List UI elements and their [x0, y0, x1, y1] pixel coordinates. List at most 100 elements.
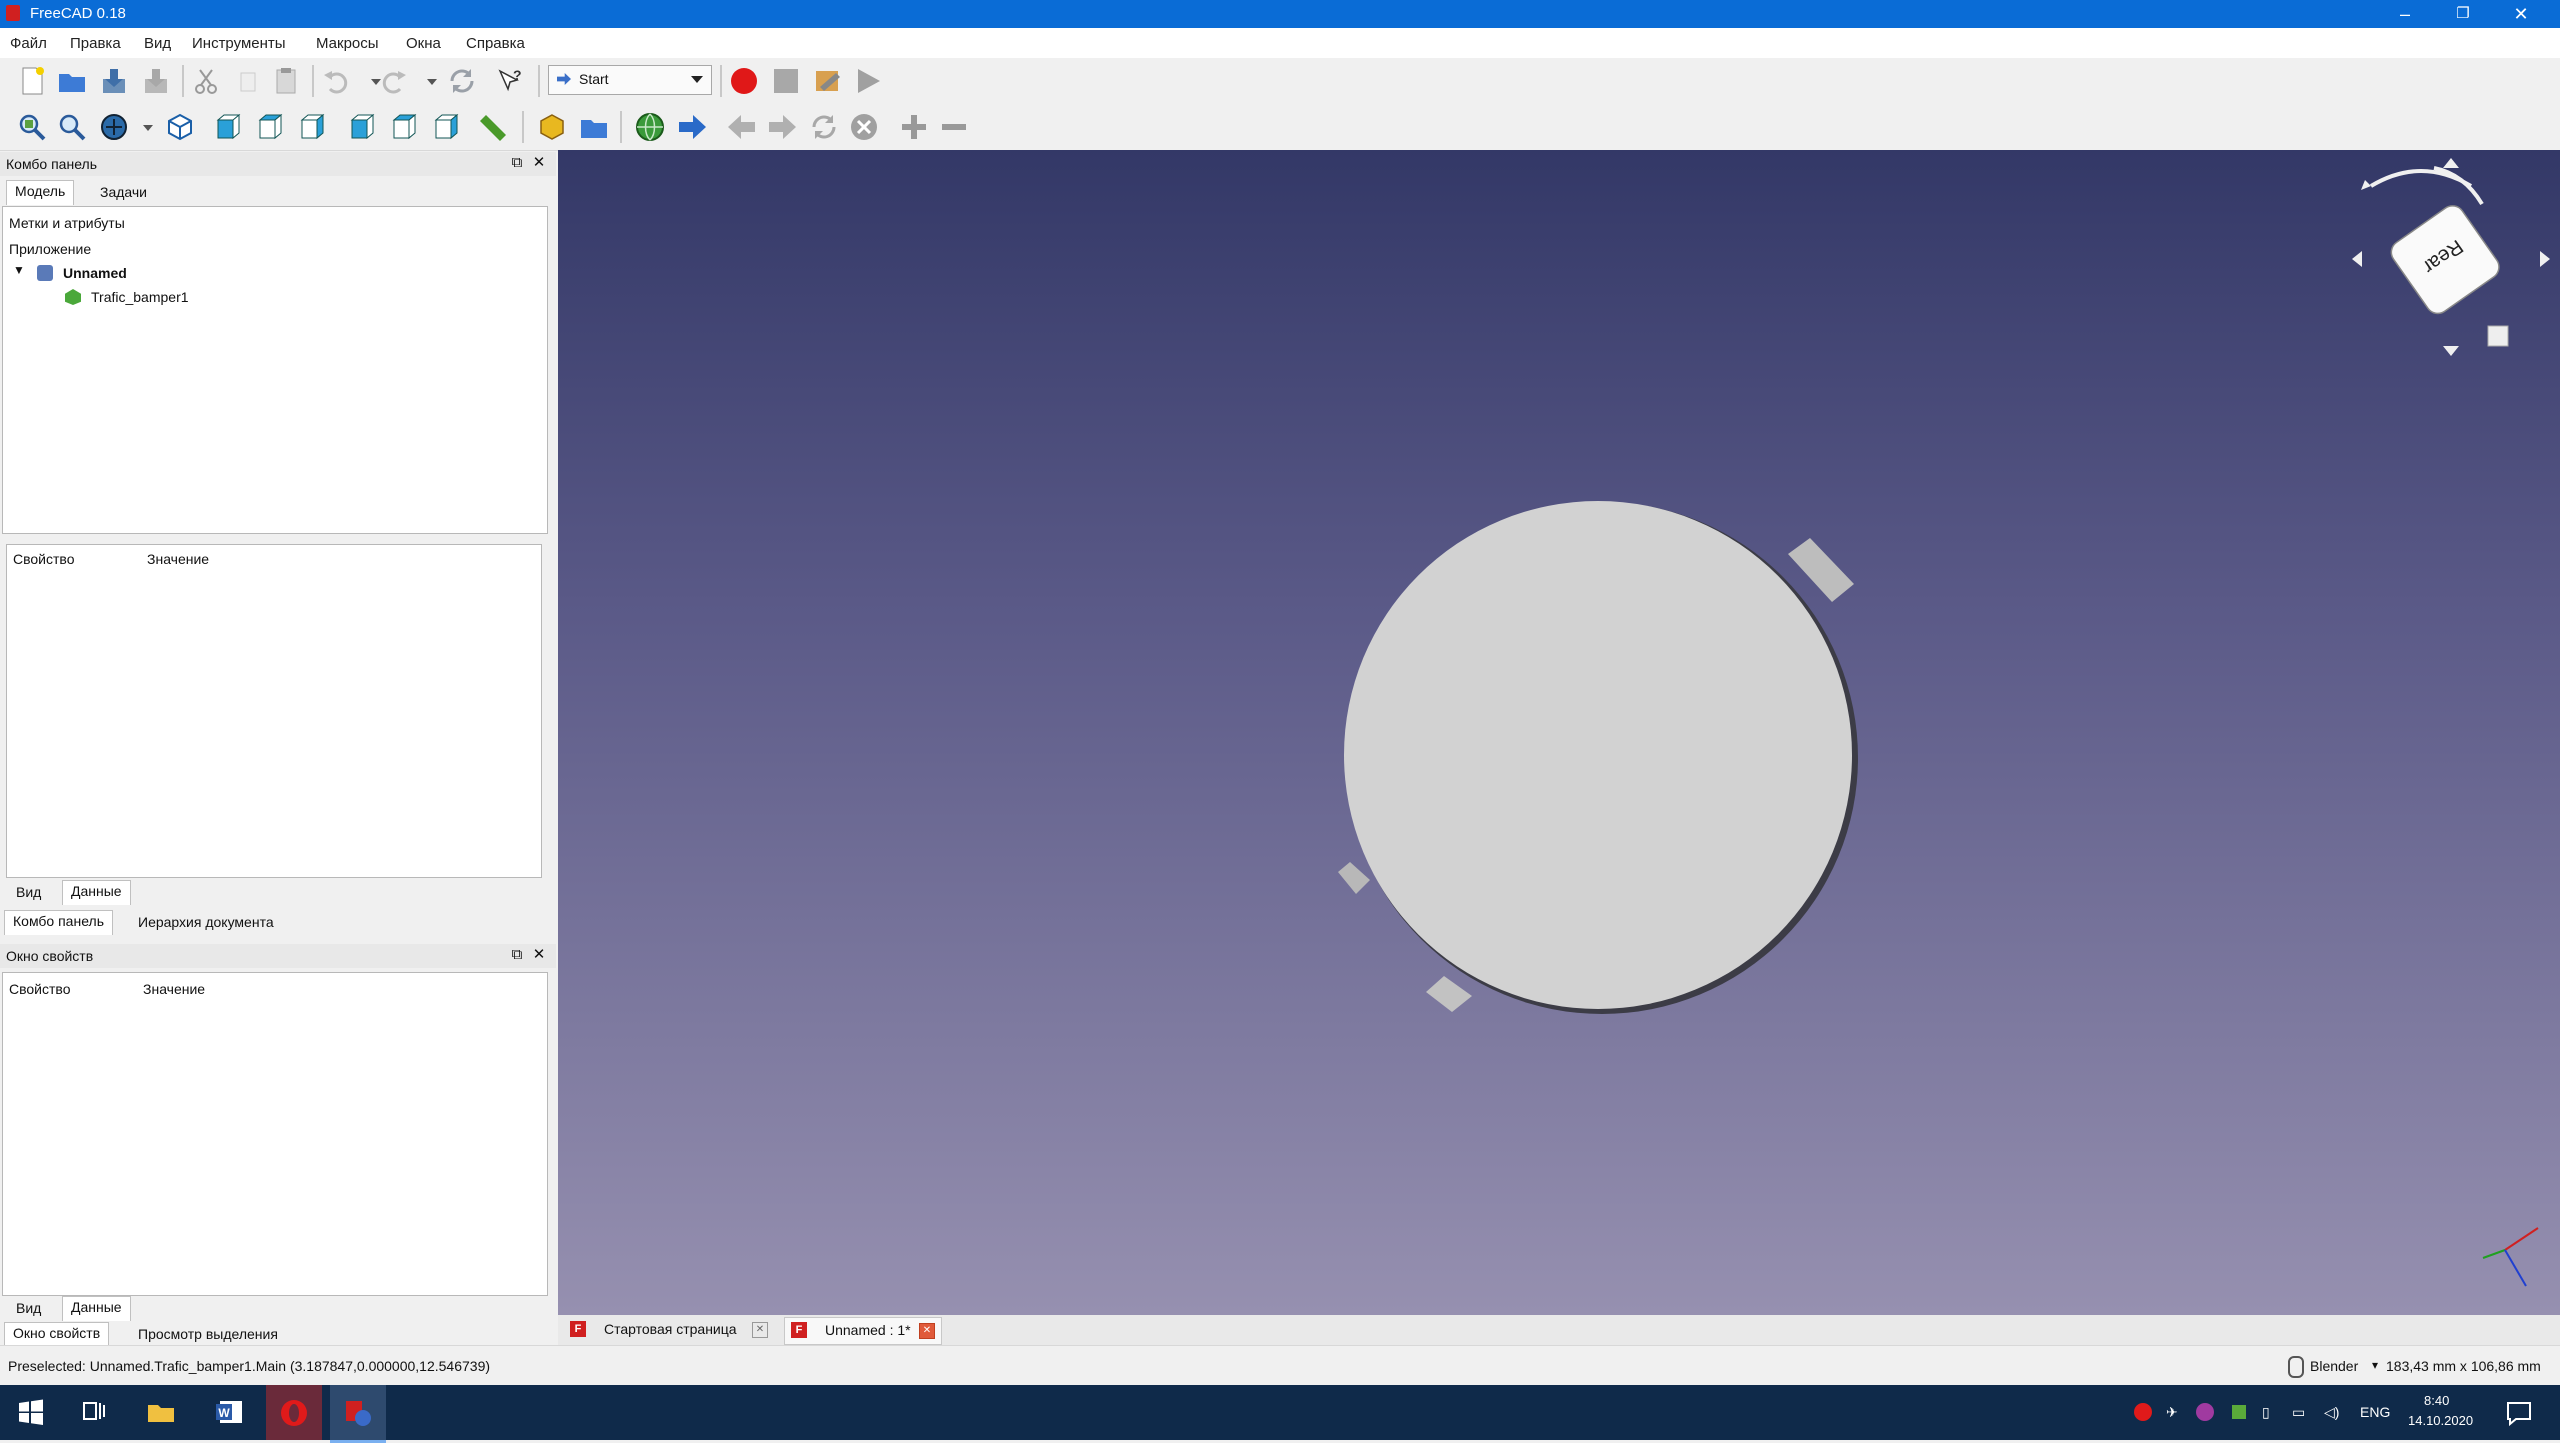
workbench-arrow-icon: [557, 73, 571, 85]
tab-data[interactable]: Данные: [62, 880, 131, 905]
menu-windows[interactable]: Окна: [406, 35, 441, 52]
macro-edit-icon[interactable]: [812, 65, 844, 97]
macro-record-icon[interactable]: [728, 65, 760, 97]
usb-tray-icon[interactable]: ▯: [2262, 1404, 2270, 1421]
tree-object-item[interactable]: Trafic_bamper1: [91, 289, 189, 305]
close-tab-icon[interactable]: ✕: [752, 1322, 768, 1338]
tab-tasks[interactable]: Задачи: [92, 182, 155, 206]
web-forward-icon[interactable]: [766, 111, 798, 143]
navcube-up-icon[interactable]: [2443, 158, 2459, 168]
redo-icon[interactable]: [378, 65, 410, 97]
file-explorer-icon[interactable]: [144, 1395, 178, 1429]
zoom-in-plus-icon[interactable]: [898, 111, 930, 143]
3d-viewport[interactable]: Rear: [558, 150, 2560, 1315]
tree-expand-chevron-icon[interactable]: ▼: [13, 263, 25, 277]
notifications-icon[interactable]: [2502, 1395, 2536, 1429]
draw-style-dropdown-icon[interactable]: [132, 111, 153, 143]
network-tray-icon[interactable]: ✈: [2166, 1404, 2178, 1421]
refresh-icon[interactable]: [446, 65, 478, 97]
macro-run-icon[interactable]: [852, 65, 884, 97]
view-bottom-icon[interactable]: [388, 111, 420, 143]
navcube-right-icon[interactable]: [2540, 251, 2550, 267]
tab-document-tree[interactable]: Иерархия документа: [130, 912, 282, 936]
trafic-bamper-part[interactable]: [1338, 501, 1858, 1014]
navigation-style[interactable]: Blender: [2310, 1358, 2358, 1374]
zoom-out-minus-icon[interactable]: [938, 111, 970, 143]
menu-tools[interactable]: Инструменты: [192, 35, 286, 52]
menu-view[interactable]: Вид: [144, 35, 171, 52]
measure-distance-icon[interactable]: [476, 111, 508, 143]
navcube-left-icon[interactable]: [2352, 251, 2362, 267]
web-go-arrow-icon[interactable]: [676, 111, 708, 143]
view-isometric-icon[interactable]: [164, 111, 196, 143]
navcube-menu-icon[interactable]: [2487, 325, 2509, 347]
nvidia-tray-icon[interactable]: [2232, 1405, 2246, 1419]
float-panel-icon[interactable]: ⧉: [508, 154, 526, 172]
whats-this-icon[interactable]: ?: [494, 65, 526, 97]
view-right-icon[interactable]: [296, 111, 328, 143]
cut-icon[interactable]: [190, 65, 222, 97]
opera-tray-icon[interactable]: [2134, 1403, 2152, 1421]
tab-combo-panel[interactable]: Комбо панель: [4, 910, 113, 935]
create-part-icon[interactable]: [536, 111, 568, 143]
tab-start-page[interactable]: F Стартовая страница ✕: [564, 1317, 774, 1343]
web-back-icon[interactable]: [726, 111, 758, 143]
volume-icon[interactable]: ◁): [2324, 1404, 2339, 1421]
save-icon[interactable]: [98, 65, 130, 97]
view-left-icon[interactable]: [430, 111, 462, 143]
freecad-taskbar-button[interactable]: [330, 1385, 386, 1443]
part-tab-left: [1338, 862, 1370, 894]
fit-selection-icon[interactable]: [56, 111, 88, 143]
tree-document-item[interactable]: Unnamed: [63, 265, 127, 281]
close-tab-icon[interactable]: ✕: [919, 1323, 935, 1339]
web-globe-icon[interactable]: [634, 111, 666, 143]
undo-icon[interactable]: [320, 65, 352, 97]
close-panel-icon[interactable]: ✕: [530, 946, 548, 964]
minimize-button[interactable]: –: [2376, 0, 2434, 28]
undo-dropdown-icon[interactable]: [360, 65, 381, 97]
tab-data[interactable]: Данные: [62, 1296, 131, 1321]
tab-view[interactable]: Вид: [8, 882, 49, 906]
view-front-icon[interactable]: [212, 111, 244, 143]
task-view-icon[interactable]: [78, 1395, 112, 1429]
navigation-cube[interactable]: Rear: [2352, 158, 2550, 356]
tab-model[interactable]: Модель: [6, 180, 75, 205]
web-refresh-icon[interactable]: [808, 111, 840, 143]
fit-all-icon[interactable]: [16, 111, 48, 143]
close-button[interactable]: ✕: [2492, 0, 2550, 28]
clock-time[interactable]: 8:40: [2424, 1393, 2449, 1408]
web-stop-icon[interactable]: [848, 111, 880, 143]
combo-property-table: Свойство Значение: [6, 544, 542, 878]
view-top-icon[interactable]: [254, 111, 286, 143]
tab-unnamed-document[interactable]: F Unnamed : 1* ✕: [784, 1317, 942, 1345]
restore-button[interactable]: ❐: [2434, 0, 2492, 28]
word-icon[interactable]: W: [212, 1395, 246, 1429]
menu-help[interactable]: Справка: [466, 35, 525, 52]
menu-edit[interactable]: Правка: [70, 35, 121, 52]
language-indicator[interactable]: ENG: [2360, 1404, 2390, 1420]
float-panel-icon[interactable]: ⧉: [508, 946, 526, 964]
open-folder-icon[interactable]: [56, 65, 88, 97]
monitor-tray-icon[interactable]: ▭: [2292, 1404, 2305, 1421]
app-tray-icon[interactable]: [2196, 1403, 2214, 1421]
close-panel-icon[interactable]: ✕: [530, 154, 548, 172]
new-document-icon[interactable]: [16, 65, 48, 97]
scene-canvas: Rear: [1338, 158, 2550, 1287]
create-group-icon[interactable]: [578, 111, 610, 143]
windows-start-icon[interactable]: [14, 1395, 48, 1429]
opera-taskbar-button[interactable]: [266, 1385, 322, 1440]
menu-macros[interactable]: Макросы: [316, 35, 379, 52]
copy-icon[interactable]: [232, 65, 264, 97]
menu-file[interactable]: Файл: [10, 35, 47, 52]
clock-date[interactable]: 14.10.2020: [2408, 1413, 2473, 1428]
workbench-selector[interactable]: Start: [548, 65, 712, 95]
tab-property-view[interactable]: Окно свойств: [4, 1322, 110, 1347]
tab-view[interactable]: Вид: [8, 1298, 49, 1322]
paste-icon[interactable]: [270, 65, 302, 97]
view-rear-icon[interactable]: [346, 111, 378, 143]
save-as-icon[interactable]: [140, 65, 172, 97]
redo-dropdown-icon[interactable]: [416, 65, 437, 97]
macro-stop-icon[interactable]: [770, 65, 802, 97]
draw-style-icon[interactable]: [98, 111, 130, 143]
navcube-down-icon[interactable]: [2443, 346, 2459, 356]
